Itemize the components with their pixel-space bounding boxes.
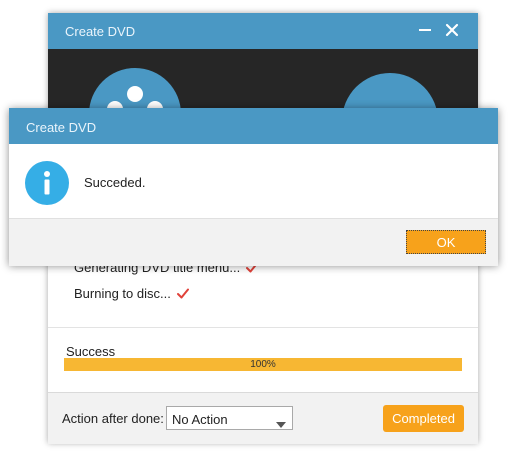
completed-button[interactable]: Completed	[383, 405, 464, 432]
window-footer: Action after done: No Action Completed	[48, 392, 478, 444]
action-after-done-select[interactable]: No Action	[166, 406, 293, 430]
ok-button[interactable]: OK	[406, 230, 486, 254]
step-label: Burning to disc...	[74, 286, 171, 301]
minimize-icon	[419, 29, 431, 31]
dialog-footer: OK	[9, 218, 498, 266]
status-label: Success	[66, 344, 116, 359]
dialog-message: Succeded.	[84, 175, 146, 190]
minimize-button[interactable]	[414, 19, 436, 41]
chevron-down-icon	[276, 416, 286, 431]
dialog-titlebar: Create DVD	[9, 108, 498, 144]
success-dialog: Create DVD Succeded. OK	[9, 108, 498, 266]
window-title: Create DVD	[65, 24, 136, 39]
action-after-done-label: Action after done:	[62, 411, 164, 426]
progress-percent: 100%	[250, 359, 276, 370]
select-value: No Action	[172, 412, 228, 427]
window-titlebar: Create DVD	[48, 13, 478, 49]
check-icon	[176, 288, 189, 299]
step-burning-disc: Burning to disc...	[74, 286, 189, 301]
close-icon	[445, 23, 459, 37]
close-button[interactable]	[441, 19, 463, 41]
progress-bar: 100%	[64, 358, 462, 371]
dialog-title: Create DVD	[26, 120, 97, 135]
info-icon	[25, 161, 69, 205]
divider	[48, 327, 478, 328]
